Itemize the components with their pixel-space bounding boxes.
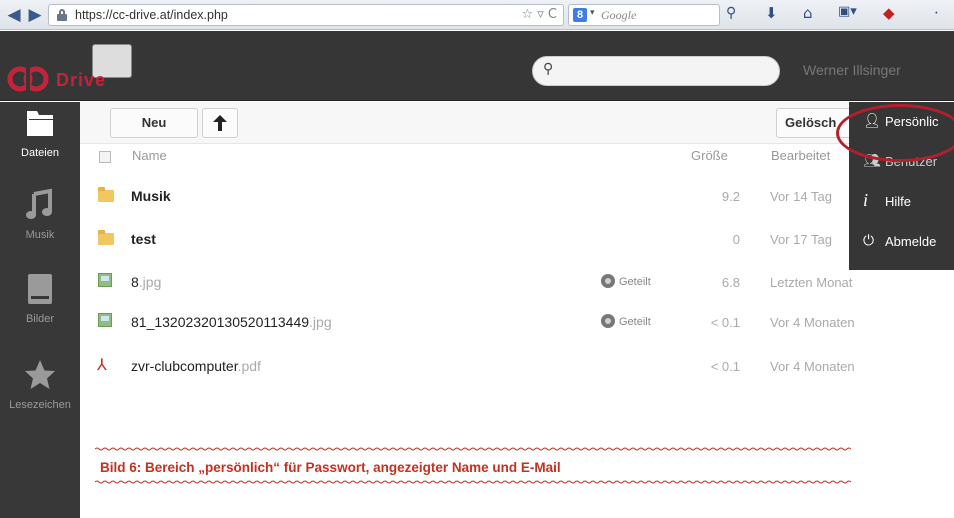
menu-item-logout[interactable]: ⏻ Abmelde [849,222,954,262]
search-engine-dropdown-icon[interactable]: ▾ [590,8,595,18]
file-name[interactable]: 81_13202320130520113449.jpg [131,314,332,330]
user-menu-toggle[interactable]: Werner Illsinger [803,62,901,78]
sidebar-item-label: Lesezeichen [9,399,71,411]
image-file-icon [98,313,112,327]
sidebar-item-pictures[interactable]: Bilder [0,272,80,325]
forward-icon[interactable]: ▶ [24,4,46,26]
file-name[interactable]: zvr-clubcomputer.pdf [131,358,261,374]
music-icon [26,188,52,219]
image-file-icon [98,273,112,287]
addon-icon[interactable]: ◆ [883,4,895,22]
caption-underline-bottom [95,480,851,484]
search-engine-label: Google [601,8,637,22]
menu-item-label: Hilfe [885,194,912,209]
file-size: 6.8 [721,275,740,290]
share-label[interactable]: Geteilt [619,276,651,288]
bookmark-reload-icons[interactable]: ☆ ▿ C [521,7,557,22]
select-all-checkbox[interactable] [99,151,111,163]
file-row[interactable]: ⅄ zvr-clubcomputer.pdf < 0.1 Vor 4 Monat… [80,346,954,388]
file-modified: Vor 4 Monaten [770,359,855,374]
file-row[interactable]: 8.jpg Geteilt 6.8 Letzten Monat [80,262,954,304]
home-icon[interactable]: ⌂ [803,4,813,22]
caption-text: Bild 6: Bereich „persönlich“ für Passwor… [100,460,561,475]
column-header-size[interactable]: Größe [691,148,728,168]
back-icon[interactable]: ◀ [3,4,25,26]
sidebar-item-music[interactable]: Musik [0,188,80,241]
share-icon[interactable] [601,274,615,288]
file-size: 0 [732,232,740,247]
google-icon: 8 [573,8,587,22]
sidebar-item-files[interactable]: Dateien [0,106,80,159]
file-modified: Vor 4 Monaten [770,315,855,330]
pdf-icon: ⅄ [97,355,107,374]
caption-underline-top [95,447,851,451]
sidebar-item-label: Musik [25,229,55,241]
star-icon [25,360,55,389]
sidebar-item-bookmarks[interactable]: Lesezeichen [0,358,80,411]
file-row[interactable]: test 0 Vor 17 Tag [80,219,954,261]
logo-text: Drive [56,70,107,90]
file-size: < 0.1 [710,315,740,330]
image-icon [28,274,52,304]
more-icon[interactable]: · [934,4,939,22]
sidebar: Dateien Musik Bilder Lesezeichen [0,102,80,518]
file-modified: Vor 14 Tag [770,189,832,204]
file-row[interactable]: 81_13202320130520113449.jpg Geteilt < 0.… [80,302,954,344]
share-icon[interactable] [601,314,615,328]
folder-icon [98,230,114,245]
folder-icon [27,111,53,136]
search-icon[interactable]: ⚲ [726,5,736,21]
sidebar-item-label: Dateien [21,147,59,159]
upload-arrow-icon [213,115,227,131]
file-controls: Neu Gelösch [80,102,954,144]
browser-search-input[interactable]: 8 ▾ Google [568,4,720,26]
file-name[interactable]: 8.jpg [131,274,161,290]
file-name[interactable]: test [131,231,156,247]
app-search-input[interactable]: ⚲ [532,56,780,86]
file-size: < 0.1 [710,359,740,374]
extension-icon[interactable]: ▣▾ [838,4,857,19]
file-row[interactable]: Musik 9.2 Vor 14 Tag [80,176,954,218]
menu-item-help[interactable]: i Hilfe [849,182,954,222]
url-text: https://cc-drive.at/index.php [75,8,228,22]
file-modified: Letzten Monat [770,275,853,290]
new-button[interactable]: Neu [110,108,198,138]
share-label[interactable]: Geteilt [619,316,651,328]
column-header-modified[interactable]: Bearbeitet [771,148,830,168]
info-icon: i [863,190,869,210]
menu-item-label: Abmelde [885,234,937,249]
figure-caption: Bild 6: Bereich „persönlich“ für Passwor… [95,447,855,487]
lock-icon [57,9,67,21]
search-icon: ⚲ [543,61,554,77]
file-size: 9.2 [721,189,740,204]
power-icon: ⏻ [863,233,875,249]
file-name[interactable]: Musik [131,188,171,204]
folder-icon [98,187,114,202]
upload-button[interactable] [202,108,238,138]
url-bar[interactable]: https://cc-drive.at/index.php ☆ ▿ C [48,4,564,26]
column-header-name[interactable]: Name [132,148,167,168]
logo-icon[interactable] [6,64,52,94]
download-icon[interactable]: ⬇ [765,4,778,22]
highlight-ellipse [836,104,954,162]
browser-toolbar: ◀ ▶ https://cc-drive.at/index.php ☆ ▿ C … [0,0,954,30]
sidebar-item-label: Bilder [25,313,55,325]
file-modified: Vor 17 Tag [770,232,832,247]
